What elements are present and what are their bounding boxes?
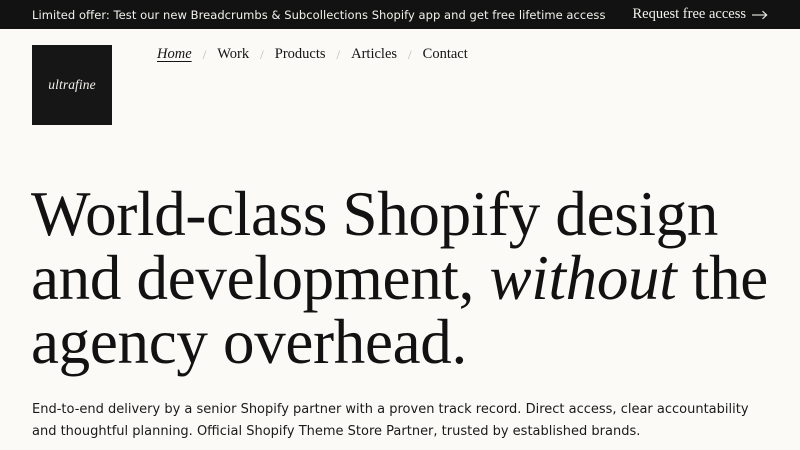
nav-separator: / xyxy=(336,46,341,62)
request-access-link[interactable]: Request free access xyxy=(632,6,768,23)
announcement-text: Limited offer: Test our new Breadcrumbs … xyxy=(32,7,606,22)
site-logo[interactable]: ultrafine xyxy=(32,45,112,125)
headline-emphasis: without xyxy=(489,243,677,313)
main-nav: Home / Work / Products / Articles / Cont… xyxy=(157,46,468,63)
announcement-bar: Limited offer: Test our new Breadcrumbs … xyxy=(0,0,800,29)
nav-item-contact[interactable]: Contact xyxy=(423,46,468,63)
hero-headline: World-class Shopify design and developme… xyxy=(31,182,771,374)
nav-item-work[interactable]: Work xyxy=(217,46,249,63)
hero-lede: End-to-end delivery by a senior Shopify … xyxy=(32,402,749,439)
nav-separator: / xyxy=(260,46,264,62)
nav-item-home[interactable]: Home xyxy=(157,46,192,63)
arrow-right-icon xyxy=(752,10,768,19)
nav-item-products[interactable]: Products xyxy=(275,46,326,63)
logo-text: ultrafine xyxy=(48,77,96,92)
nav-item-articles[interactable]: Articles xyxy=(351,46,397,63)
request-access-label: Request free access xyxy=(632,6,746,22)
nav-separator: / xyxy=(202,46,207,62)
nav-separator: / xyxy=(408,46,412,62)
